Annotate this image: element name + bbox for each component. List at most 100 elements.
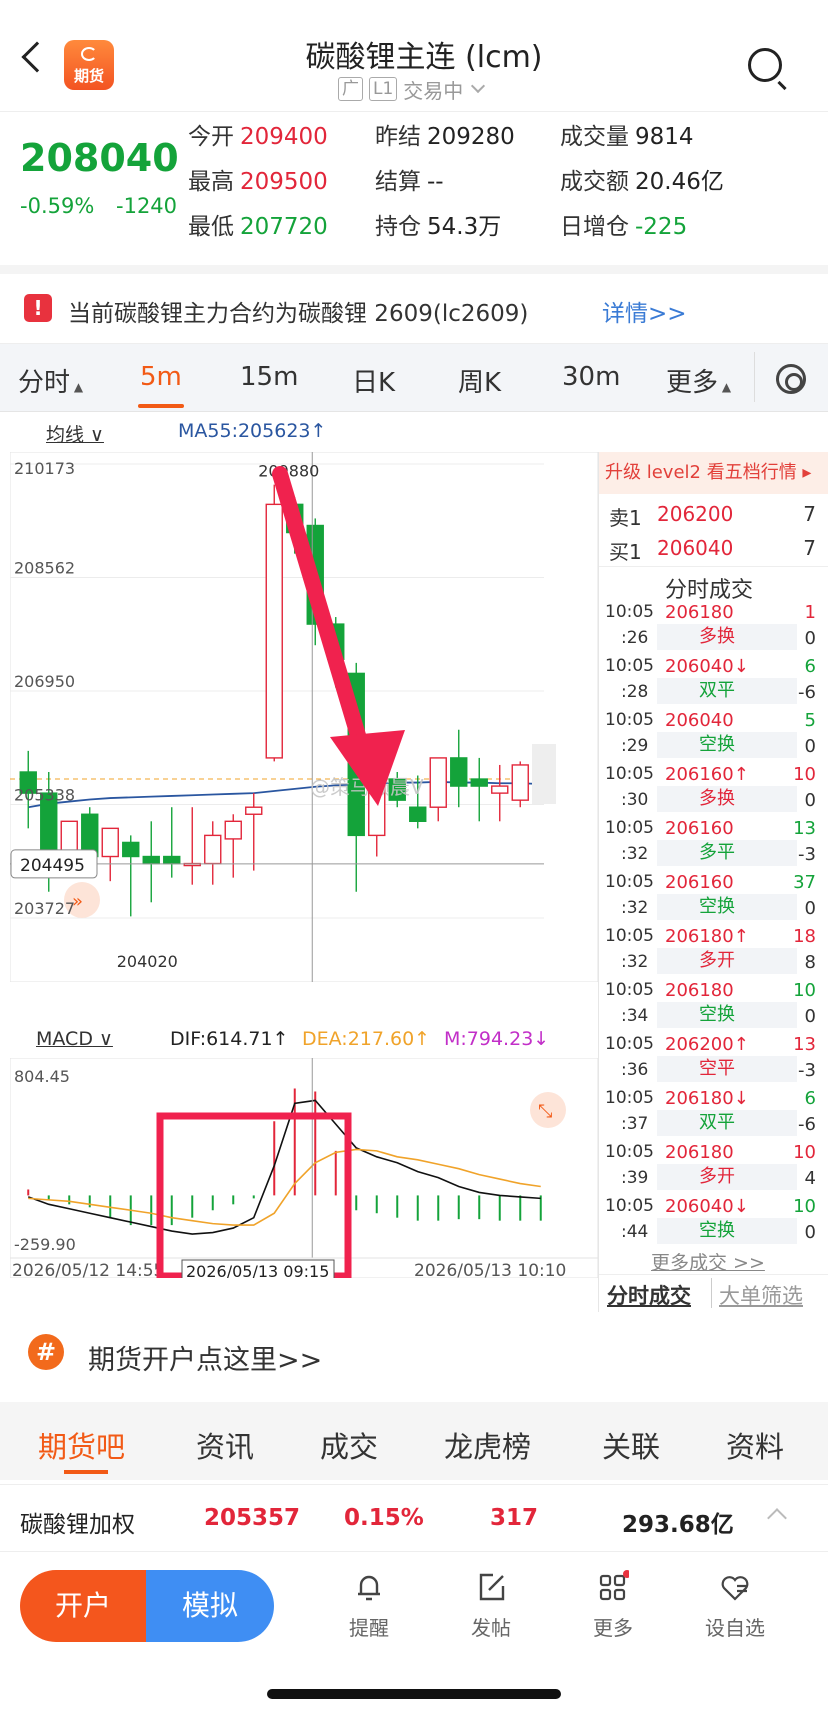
tab-related[interactable]: 关联 [602, 1424, 660, 1466]
low-field: 最低 207720 [188, 207, 328, 241]
level-tag: L1 [369, 77, 398, 101]
tab-news[interactable]: 资讯 [196, 1424, 254, 1466]
tab-day-k[interactable]: 日K [352, 362, 395, 399]
sell1-price: 206200 [657, 502, 734, 526]
buy1-price: 206040 [657, 536, 734, 560]
open-label: 今开 [188, 124, 234, 150]
scroll-handle [532, 744, 556, 804]
tab-15m[interactable]: 15m [240, 362, 298, 392]
trade-oi-change: 0 [804, 628, 816, 649]
trade-second: :34 [621, 1006, 649, 1026]
trade-time: 10:05 [605, 764, 654, 784]
tab-big-orders[interactable]: 大单筛选 [719, 1280, 803, 1310]
change-percent: -0.59% [20, 194, 95, 218]
trade-type: 空换 [657, 1218, 797, 1244]
trade-oi-change: -3 [798, 844, 816, 865]
trade-time: 10:05 [605, 602, 654, 622]
tab-deals[interactable]: 成交 [320, 1424, 378, 1466]
ma-selector[interactable]: 均线 ∨ [46, 420, 104, 447]
tab-forum[interactable]: 期货吧 [38, 1424, 125, 1466]
y-tick-label: 203727 [14, 899, 75, 918]
y-tick-label: 208562 [14, 559, 75, 578]
weighted-index-row[interactable]: 碳酸锂加权 205357 0.15% 317 293.68亿 [0, 1484, 828, 1552]
trade-oi-change: -6 [798, 1114, 816, 1135]
trade-price: 206160↑ [665, 764, 749, 785]
last-price: 208040 [20, 136, 179, 180]
settle-value: -- [427, 169, 444, 195]
tab-more[interactable]: 更多 ▲ [666, 362, 731, 399]
trade-type: 多开 [657, 1164, 797, 1190]
open-account-banner[interactable]: # 期货开户点这里>> [0, 1312, 828, 1402]
candle-body [224, 820, 242, 840]
trade-price: 206180↑ [665, 926, 749, 947]
trading-status: 交易中 [403, 78, 464, 103]
high-field: 最高 209500 [188, 162, 328, 196]
tab-trades[interactable]: 分时成交 [607, 1280, 691, 1310]
notice-bar[interactable]: ! 当前碳酸锂主力合约为碳酸锂 2609(lc2609) 详情>> [0, 274, 828, 344]
notice-link[interactable]: 详情>> [602, 294, 687, 328]
trade-time: 10:05 [605, 656, 654, 676]
ma-indicator-row: 均线 ∨ MA55:205623↑ [0, 412, 600, 452]
tab-intraday[interactable]: 分时 ▲ [18, 362, 83, 399]
expand-arrows-icon: ⤡ [538, 1101, 552, 1122]
trade-price: 206160 [665, 818, 734, 839]
macd-m: M:794.23↓ [444, 1028, 550, 1050]
edit-icon [479, 1573, 505, 1601]
macd-selector[interactable]: MACD ∨ [36, 1028, 113, 1050]
prev-settle-value: 209280 [427, 124, 515, 150]
open-interest-field: 持仓 54.3万 [375, 207, 501, 241]
macd-chart[interactable]: 804.45 -259.90 ⤡ 2026/05/12 14:55 2026/05/13… [10, 1058, 598, 1278]
index-name: 碳酸锂加权 [20, 1512, 135, 1538]
trade-price: 206180 [665, 980, 734, 1001]
upgrade-banner[interactable]: 升级 level2 看五档行情 ▸ [599, 452, 828, 494]
top-bar: 期货 碳酸锂主连 (lcm) 广 L1 交易中 [0, 0, 828, 112]
index-amount: 293.68亿 [622, 1512, 734, 1538]
candle-body [245, 806, 263, 815]
trade-second: :29 [621, 736, 649, 756]
settle-field: 结算 -- [375, 162, 444, 196]
chevron-up-icon[interactable] [767, 1508, 787, 1528]
trade-volume: 10 [793, 980, 816, 1001]
trade-oi-change: 0 [804, 790, 816, 811]
search-icon[interactable] [748, 48, 782, 82]
trade-type: 双平 [657, 678, 797, 704]
nav-watchlist-label: 设自选 [705, 1616, 765, 1640]
nav-remind[interactable]: 提醒 [324, 1570, 414, 1641]
simulate-button[interactable]: 模拟 [146, 1570, 274, 1642]
tab-week-k[interactable]: 周K [458, 362, 501, 399]
trade-second: :30 [621, 790, 649, 810]
page-title: 碳酸锂主连 (lcm) [305, 40, 543, 75]
tab-30m[interactable]: 30m [562, 362, 620, 392]
tab-5m[interactable]: 5m [140, 362, 182, 392]
nav-more[interactable]: 更多 [568, 1570, 658, 1641]
macd-dif: DIF:614.71↑ [170, 1028, 289, 1050]
sell1-label: 卖1 [609, 506, 642, 530]
macd-indicator-row: MACD ∨ DIF:614.71↑ DEA:217.60↑ M:794.23↓ [0, 1024, 600, 1060]
prev-settle-label: 昨结 [375, 124, 421, 150]
open-account-button[interactable]: 开户 [20, 1570, 146, 1642]
tab-intraday-label: 分时 [18, 368, 71, 398]
nav-remind-label: 提醒 [349, 1616, 389, 1640]
candle-body [450, 757, 468, 787]
trade-second: :39 [621, 1168, 649, 1188]
alert-icon: ! [24, 294, 52, 322]
nav-more-label: 更多 [593, 1616, 633, 1640]
tab-profile[interactable]: 资料 [726, 1424, 784, 1466]
trade-volume: 1 [804, 602, 816, 623]
chevron-down-icon [471, 78, 486, 94]
trade-price: 206180↓ [665, 1088, 749, 1109]
nav-post[interactable]: 发帖 [446, 1570, 536, 1641]
trade-volume: 37 [793, 872, 816, 893]
tab-dragon-tiger[interactable]: 龙虎榜 [444, 1424, 531, 1466]
status-line[interactable]: 广 L1 交易中 [338, 74, 486, 104]
nav-watchlist[interactable]: 设自选 [690, 1570, 780, 1641]
volume-field: 成交量 9814 [560, 117, 694, 151]
buy1-label: 买1 [609, 540, 642, 564]
kline-chart[interactable]: 204495209880204020»@策马巅晨V 21017320856220… [10, 452, 598, 982]
trade-volume: 13 [793, 818, 816, 839]
gear-icon[interactable] [776, 364, 806, 394]
candle-body [511, 764, 529, 801]
low-value: 207720 [240, 214, 328, 240]
trade-type: 多换 [657, 786, 797, 812]
more-trades-link[interactable]: 更多成交 >> [651, 1248, 765, 1275]
